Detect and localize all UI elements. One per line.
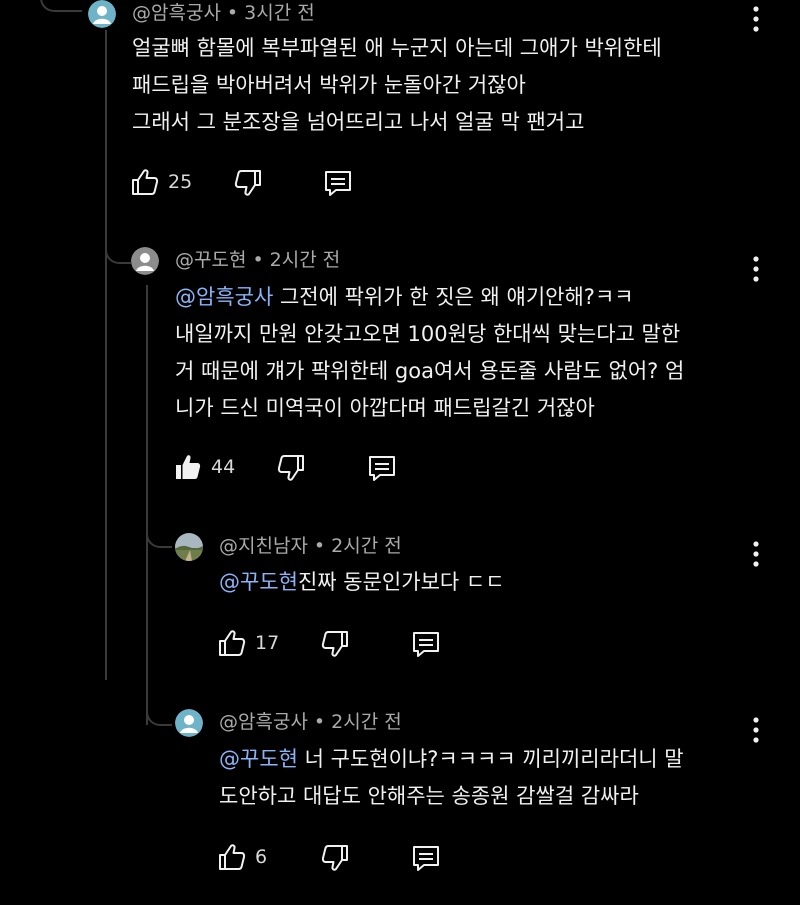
thread-connector <box>146 698 172 726</box>
avatar[interactable] <box>175 709 203 737</box>
comment-author[interactable]: @지친남자 <box>219 535 308 557</box>
thumbs-down-icon[interactable] <box>233 168 263 198</box>
comment-line: 패드립을 박아버려서 박위가 눈돌아간 거잖아 <box>132 73 526 97</box>
like-button[interactable]: 44 <box>173 452 235 482</box>
like-button[interactable]: 25 <box>130 167 192 197</box>
thread-line-reply <box>146 285 148 725</box>
comment-line: 거 때문에 걔가 팍위한테 goa여서 용돈줄 사람도 없어? 엄 <box>175 359 685 383</box>
comment-text: @꾸도현 너 구도현이냐?ㅋㅋㅋㅋ 끼리끼리라더니 말 도안하고 대답도 안해주… <box>219 741 684 815</box>
comment-text: 얼굴뼈 함몰에 복부파열된 애 누군지 아는데 그애가 박위한테 패드립을 박아… <box>132 30 662 141</box>
like-count: 6 <box>255 846 268 868</box>
comment-line: 얼굴뼈 함몰에 복부파열된 애 누군지 아는데 그애가 박위한테 <box>132 36 662 60</box>
thumbs-down-icon[interactable] <box>320 843 350 873</box>
like-button[interactable]: 17 <box>217 628 279 658</box>
avatar-default-icon <box>88 0 116 28</box>
comment-meta: @꾸도현 • 2시간 전 <box>175 249 341 271</box>
more-vert-icon[interactable] <box>746 5 766 33</box>
thumbs-down-icon[interactable] <box>276 453 306 483</box>
avatar-default-icon <box>175 709 203 737</box>
comment-line: 너 구도현이냐?ㅋㅋㅋㅋ 끼리끼리라더니 말 <box>297 747 684 771</box>
comment-line: 그전에 팍위가 한 짓은 왜 얘기안해?ㅋㅋ <box>273 285 634 309</box>
like-count: 44 <box>211 456 236 478</box>
reply-icon[interactable] <box>410 843 442 873</box>
comment-time[interactable]: 2시간 전 <box>331 711 402 733</box>
thread-connector <box>146 520 172 548</box>
thread-connector <box>105 232 131 264</box>
more-vert-icon[interactable] <box>746 540 766 568</box>
comment-meta: @암흑궁사 • 2시간 전 <box>219 711 402 733</box>
comment-meta: @암흑궁사 • 3시간 전 <box>132 2 315 24</box>
avatar[interactable] <box>88 0 116 28</box>
mention-link[interactable]: @암흑궁사 <box>175 285 273 309</box>
like-button[interactable]: 6 <box>217 842 267 872</box>
more-vert-icon[interactable] <box>746 255 766 283</box>
comment-text: @꾸도현진짜 동문인가보다 ㄷㄷ <box>219 564 505 601</box>
avatar-landscape-icon <box>175 533 203 561</box>
comment-line: 그래서 그 분조장을 넘어뜨리고 나서 얼굴 막 팬거고 <box>132 110 585 134</box>
comment-text: @암흑궁사 그전에 팍위가 한 짓은 왜 얘기안해?ㅋㅋ 내일까지 만원 안갖고… <box>175 279 684 427</box>
reply-icon[interactable] <box>366 453 398 483</box>
mention-link[interactable]: @꾸도현 <box>219 570 298 594</box>
comment-time[interactable]: 3시간 전 <box>244 2 315 24</box>
reply-icon[interactable] <box>410 629 442 659</box>
avatar-default-icon <box>131 247 159 275</box>
thumbs-up-icon <box>219 630 246 656</box>
avatar[interactable] <box>175 533 203 561</box>
thread-line-main <box>105 30 107 680</box>
comment-author[interactable]: @꾸도현 <box>175 249 246 271</box>
comment-time[interactable]: 2시간 전 <box>270 249 341 271</box>
comment-time[interactable]: 2시간 전 <box>331 535 402 557</box>
mention-link[interactable]: @꾸도현 <box>219 747 298 771</box>
more-vert-icon[interactable] <box>746 716 766 744</box>
comment-meta: @지친남자 • 2시간 전 <box>219 535 402 557</box>
comment-author[interactable]: @암흑궁사 <box>219 711 308 733</box>
reply-icon[interactable] <box>322 168 354 198</box>
thumbs-up-icon <box>132 169 159 195</box>
thumbs-up-icon <box>219 844 246 870</box>
comment-line: 니가 드신 미역국이 아깝다며 패드립갈긴 거잖아 <box>175 396 595 420</box>
comment-author[interactable]: @암흑궁사 <box>132 2 221 24</box>
avatar[interactable] <box>131 247 159 275</box>
like-count: 17 <box>255 632 280 654</box>
comment-line: 도안하고 대답도 안해주는 송종원 감쌀걸 감싸라 <box>219 784 639 808</box>
thread-connector-top <box>40 0 82 12</box>
thumbs-up-filled-icon <box>176 455 201 479</box>
comment-line: 내일까지 만원 안갖고오면 100원당 한대씩 맞는다고 말한 <box>175 322 681 346</box>
like-count: 25 <box>168 171 193 193</box>
thumbs-down-icon[interactable] <box>320 629 350 659</box>
comment-line: 진짜 동문인가보다 ㄷㄷ <box>297 570 505 594</box>
